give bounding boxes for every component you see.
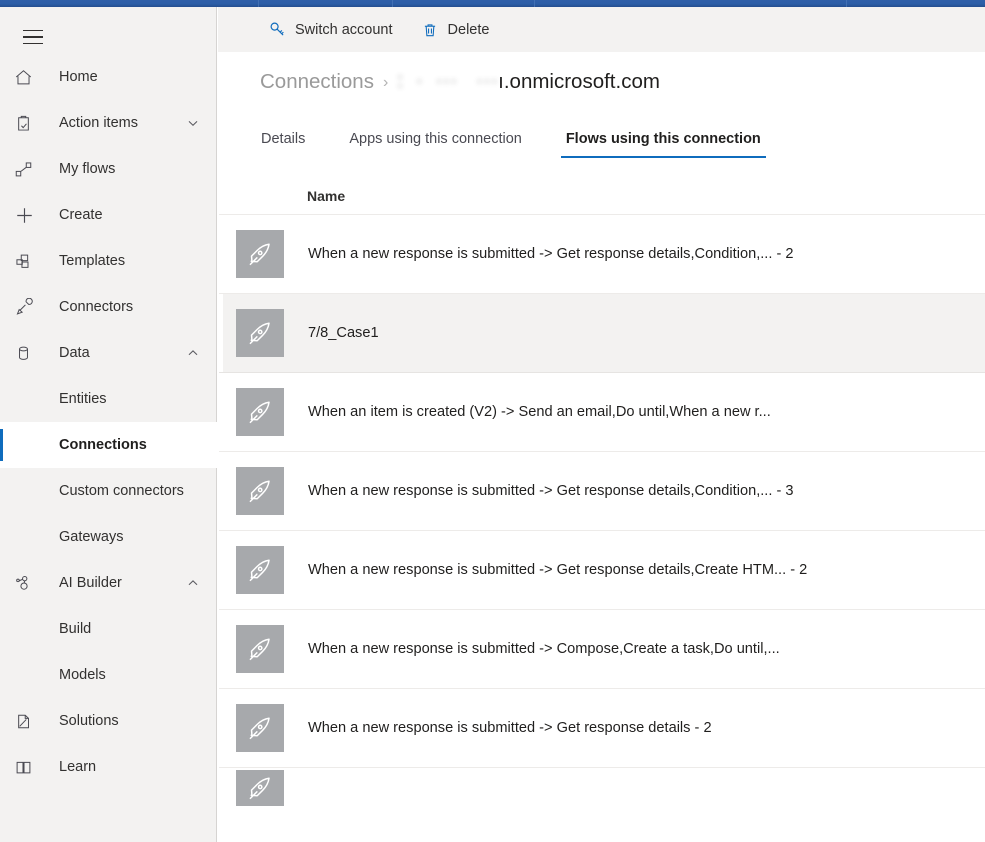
breadcrumb-chevron-icon: › (382, 74, 389, 91)
sidebar-item-connectors[interactable]: Connectors (0, 284, 217, 330)
chevron-up-icon[interactable] (187, 577, 199, 589)
sidebar-item-label: Create (59, 207, 103, 223)
sidebar-item-gateways[interactable]: Gateways (0, 514, 217, 560)
table-row[interactable] (219, 768, 985, 808)
sidebar-item-learn[interactable]: Learn (0, 744, 217, 790)
rocket-icon (236, 388, 284, 436)
rocket-icon (236, 770, 284, 806)
breadcrumb: Connections › : · ··· ··· ı.onmicrosoft.… (260, 69, 660, 94)
table-row[interactable]: When a new response is submitted -> Comp… (219, 610, 985, 689)
sidebar-item-connections[interactable]: Connections (0, 422, 217, 468)
flow-name[interactable]: When a new response is submitted -> Get … (308, 562, 807, 578)
sidebar-item-label: Entities (59, 391, 107, 407)
sidebar-item-label: Connections (59, 437, 147, 453)
tab-apps-using-this-connection[interactable]: Apps using this connection (348, 131, 523, 158)
sidebar-item-my-flows[interactable]: My flows (0, 146, 217, 192)
tab-details[interactable]: Details (260, 131, 306, 158)
sidebar-item-custom-connectors[interactable]: Custom connectors (0, 468, 217, 514)
table-row[interactable]: When a new response is submitted -> Get … (219, 531, 985, 610)
flow-icon (14, 158, 44, 180)
content-area: Connections › : · ··· ··· ı.onmicrosoft.… (218, 52, 985, 842)
left-navigation-rail: Home Action items My flows Create Templates C… (0, 7, 217, 842)
sidebar-item-label: Home (59, 69, 98, 85)
key-icon (269, 21, 286, 38)
sidebar-item-label: My flows (59, 161, 116, 177)
flow-name[interactable]: When an item is created (V2) -> Send an … (308, 404, 771, 420)
chevron-up-icon[interactable] (187, 347, 199, 359)
sidebar-item-data[interactable]: Data (0, 330, 217, 376)
plus-icon (14, 204, 44, 226)
table-body: When a new response is submitted -> Get … (219, 215, 985, 808)
sidebar-item-label: AI Builder (59, 575, 122, 591)
breadcrumb-visible-suffix: ı.onmicrosoft.com (498, 70, 660, 93)
sidebar-item-label: Action items (59, 115, 138, 131)
sidebar-item-label: Data (59, 345, 90, 361)
table-row[interactable]: When a new response is submitted -> Get … (219, 452, 985, 531)
home-icon (14, 66, 44, 88)
sidebar-item-home[interactable]: Home (0, 54, 217, 100)
sidebar-item-label: Gateways (59, 529, 124, 545)
sidebar-item-label: Templates (59, 253, 126, 269)
solutions-icon (14, 710, 44, 732)
sidebar-item-label: Build (59, 621, 92, 637)
breadcrumb-current-connection: : · ··· ··· ı.onmicrosoft.com (397, 69, 660, 94)
book-icon (14, 756, 44, 778)
switch-account-button[interactable]: Switch account (260, 13, 402, 47)
sidebar-item-templates[interactable]: Templates (0, 238, 217, 284)
switch-account-label: Switch account (295, 21, 393, 38)
rocket-icon (236, 546, 284, 594)
connection-detail-tabs: Details Apps using this connection Flows u… (260, 116, 766, 158)
sidebar-item-entities[interactable]: Entities (0, 376, 217, 422)
power-automate-window: Home Action items My flows Create Templates C… (0, 0, 985, 842)
flow-name[interactable]: When a new response is submitted -> Get … (308, 720, 712, 736)
flow-name[interactable]: When a new response is submitted -> Get … (308, 246, 794, 262)
table-row[interactable]: When a new response is submitted -> Get … (219, 215, 985, 294)
database-icon (14, 342, 44, 364)
sidebar-item-label: Solutions (59, 713, 119, 729)
nav-item-list: Home Action items My flows Create Templates C… (0, 54, 217, 790)
rocket-icon (236, 467, 284, 515)
table-row[interactable]: When an item is created (V2) -> Send an … (219, 373, 985, 452)
command-bar: Switch account Delete (218, 7, 985, 52)
sidebar-item-label: Connectors (59, 299, 134, 315)
tab-flows-using-this-connection[interactable]: Flows using this connection (560, 131, 766, 158)
sidebar-item-ai-builder[interactable]: AI Builder (0, 560, 217, 606)
flows-using-connection-table: Name When a new response is submitted ->… (219, 177, 985, 808)
sidebar-item-solutions[interactable]: Solutions (0, 698, 217, 744)
sidebar-item-models[interactable]: Models (0, 652, 217, 698)
rocket-icon (236, 230, 284, 278)
breadcrumb-connections-link[interactable]: Connections (260, 70, 374, 94)
hamburger-menu-icon[interactable] (14, 19, 52, 55)
breadcrumb-redacted-prefix: : · ··· ··· (397, 69, 499, 92)
column-header-name: Name (307, 187, 346, 204)
ai-builder-icon (14, 572, 44, 594)
rocket-icon (236, 704, 284, 752)
flow-name[interactable]: When a new response is submitted -> Get … (308, 483, 794, 499)
delete-button[interactable]: Delete (413, 13, 499, 47)
sidebar-item-build[interactable]: Build (0, 606, 217, 652)
clipboard-check-icon (14, 112, 44, 134)
table-row[interactable]: When a new response is submitted -> Get … (219, 689, 985, 768)
table-row[interactable]: 7/8_Case1 (219, 294, 985, 373)
sidebar-item-label: Learn (59, 759, 97, 775)
sidebar-item-label: Custom connectors (59, 483, 184, 499)
table-header-row: Name (219, 177, 985, 215)
flow-name[interactable]: 7/8_Case1 (308, 325, 379, 341)
sidebar-item-create[interactable]: Create (0, 192, 217, 238)
chevron-down-icon[interactable] (187, 117, 199, 129)
rocket-icon (236, 309, 284, 357)
flow-name[interactable]: When a new response is submitted -> Comp… (308, 641, 780, 657)
browser-chrome-strip (0, 0, 985, 7)
delete-label: Delete (447, 21, 490, 38)
templates-icon (14, 250, 44, 272)
plug-icon (14, 296, 44, 318)
rocket-icon (236, 625, 284, 673)
trash-icon (422, 21, 439, 38)
sidebar-item-label: Models (59, 667, 106, 683)
sidebar-item-action-items[interactable]: Action items (0, 100, 217, 146)
